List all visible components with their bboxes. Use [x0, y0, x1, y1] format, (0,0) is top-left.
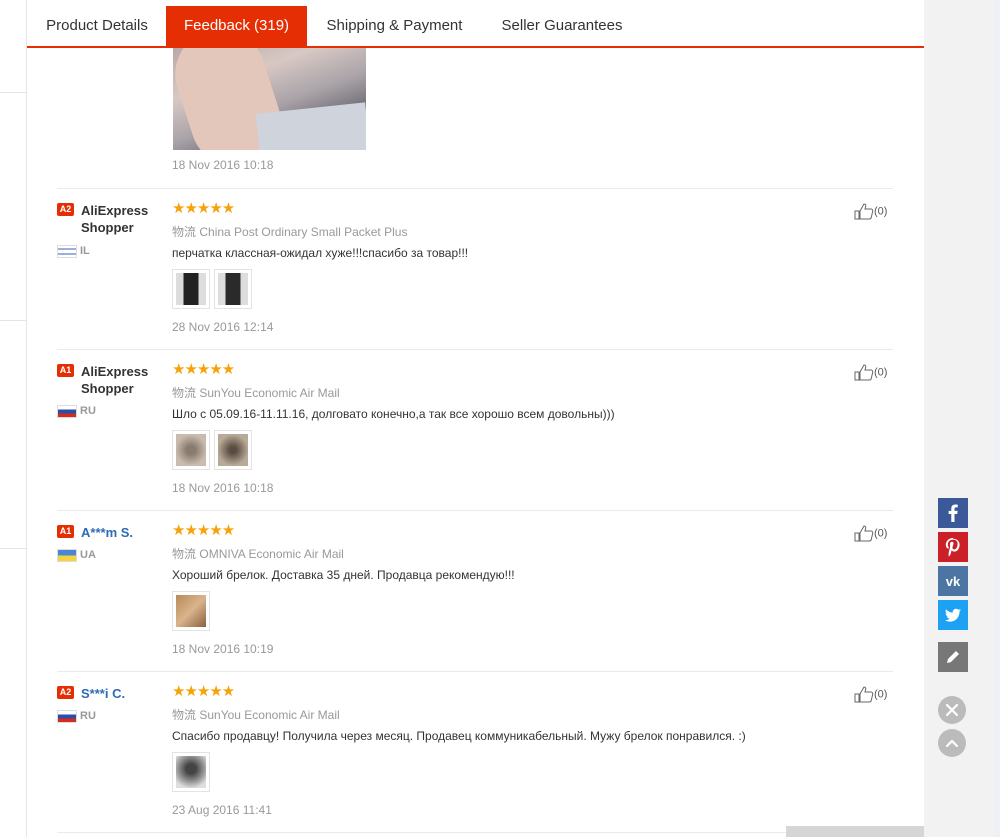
- review-date: 23 Aug 2016 11:41: [172, 803, 272, 817]
- thumbs-up-icon: [854, 364, 874, 381]
- scroll-to-top-button[interactable]: [938, 729, 966, 757]
- buyer-level-badge: A1: [57, 364, 74, 377]
- left-divider: [0, 548, 26, 549]
- buyer-level-badge: A2: [57, 203, 74, 216]
- product-panel: Product Details Feedback (319) Shipping …: [27, 0, 924, 837]
- review-item: A1 AliExpress Shopper RU ★★★★★ 物流 SunYou…: [57, 349, 893, 511]
- tab-product-details[interactable]: Product Details: [29, 6, 165, 46]
- review-thumbnail[interactable]: [214, 269, 252, 309]
- left-divider: [0, 92, 26, 93]
- helpful-button[interactable]: (0): [854, 686, 887, 703]
- divider: [57, 832, 893, 833]
- shipping-method: 物流 SunYou Economic Air Mail: [172, 708, 340, 722]
- left-divider: [0, 320, 26, 321]
- reviewer-country: IL: [80, 245, 90, 257]
- star-rating: ★★★★★: [172, 200, 235, 217]
- pinterest-share-button[interactable]: [938, 532, 968, 562]
- scrollbar[interactable]: [995, 0, 1000, 837]
- facebook-share-button[interactable]: [938, 498, 968, 528]
- star-rating: ★★★★★: [172, 522, 235, 539]
- thumbs-up-icon: [854, 525, 874, 542]
- buyer-level-badge: A2: [57, 686, 74, 699]
- flag-icon: [57, 549, 77, 562]
- vk-icon: vk: [938, 566, 968, 596]
- shipping-method: 物流 OMNIVA Economic Air Mail: [172, 547, 344, 561]
- vk-share-button[interactable]: vk: [938, 566, 968, 596]
- helpful-button[interactable]: (0): [854, 203, 887, 220]
- pinterest-icon: [938, 532, 968, 562]
- review-thumbnail[interactable]: [172, 430, 210, 470]
- review-item: A2 AliExpress Shopper IL ★★★★★ 物流 China …: [57, 188, 893, 350]
- edit-icon: [938, 642, 968, 672]
- review-date: 28 Nov 2016 12:14: [172, 320, 274, 334]
- flag-icon: [57, 710, 77, 723]
- star-rating: ★★★★★: [172, 361, 235, 378]
- reviewer-country: RU: [80, 405, 96, 417]
- close-button[interactable]: [938, 696, 966, 724]
- tab-seller-guarantees[interactable]: Seller Guarantees: [487, 6, 637, 46]
- review-date: 18 Nov 2016 10:18: [172, 481, 274, 495]
- buyer-level-badge: A1: [57, 525, 74, 538]
- review-item: A2 S***i C. RU ★★★★★ 物流 SunYou Economic …: [57, 671, 893, 833]
- reviewer-country: RU: [80, 710, 96, 722]
- helpful-button[interactable]: (0): [854, 364, 887, 381]
- tab-bar: Product Details Feedback (319) Shipping …: [27, 6, 924, 48]
- review-text: Спасибо продавцу! Получила через месяц. …: [172, 729, 746, 743]
- review-text: Хороший брелок. Доставка 35 дней. Продав…: [172, 568, 515, 582]
- star-rating: ★★★★★: [172, 683, 235, 700]
- review-text: перчатка классная-ожидал хуже!!!спасибо …: [172, 246, 469, 260]
- review-date: 18 Nov 2016 10:18: [172, 158, 274, 172]
- twitter-icon: [938, 600, 968, 630]
- helpful-button[interactable]: (0): [854, 525, 887, 542]
- left-column: [0, 0, 27, 837]
- review-thumbnail[interactable]: [172, 269, 210, 309]
- flag-icon: [57, 405, 77, 418]
- edit-button[interactable]: [938, 642, 968, 672]
- shipping-method: 物流 China Post Ordinary Small Packet Plus: [172, 225, 408, 239]
- thumbs-up-icon: [854, 203, 874, 220]
- svg-text:vk: vk: [946, 574, 961, 589]
- scroll-up-icon: [945, 739, 959, 748]
- facebook-icon: [938, 498, 968, 528]
- shipping-method: 物流 SunYou Economic Air Mail: [172, 386, 340, 400]
- review-text: Шло с 05.09.16-11.11.16, долговато конеч…: [172, 407, 615, 421]
- review-thumbnail[interactable]: [172, 752, 210, 792]
- review-thumbnail[interactable]: [172, 591, 210, 631]
- flag-icon: [57, 245, 77, 258]
- review-date: 18 Nov 2016 10:19: [172, 642, 274, 656]
- reviewer-name: AliExpress Shopper: [81, 203, 149, 235]
- review-photo[interactable]: [173, 48, 366, 150]
- reviewer-name[interactable]: A***m S.: [81, 524, 161, 541]
- reviewer-name[interactable]: S***i C.: [81, 685, 161, 702]
- floating-footer-bar: [786, 826, 924, 837]
- close-icon: [945, 703, 959, 717]
- reviewer-name: AliExpress Shopper: [81, 364, 149, 396]
- reviewer-country: UA: [80, 549, 96, 561]
- tab-feedback[interactable]: Feedback (319): [166, 6, 307, 46]
- twitter-share-button[interactable]: [938, 600, 968, 630]
- thumbs-up-icon: [854, 686, 874, 703]
- review-thumbnail[interactable]: [214, 430, 252, 470]
- review-item: A1 A***m S. UA ★★★★★ 物流 OMNIVA Economic …: [57, 510, 893, 672]
- tab-shipping-payment[interactable]: Shipping & Payment: [311, 6, 478, 46]
